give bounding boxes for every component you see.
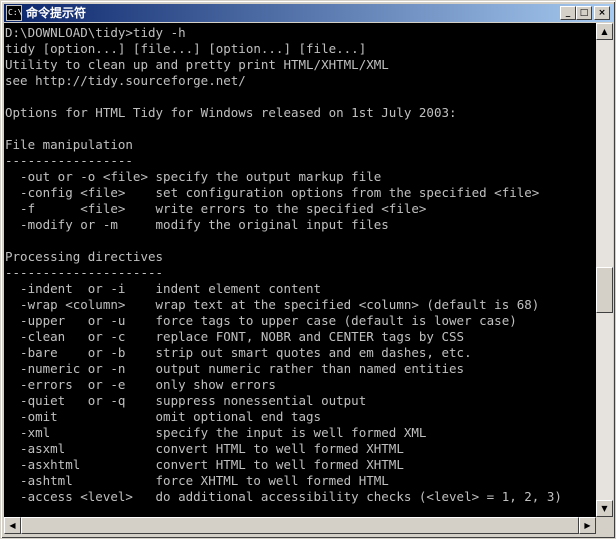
console-line: -bare or -b strip out smart quotes and e…: [5, 345, 472, 360]
console-line: File manipulation: [5, 137, 133, 152]
console-line: -asxhtml convert HTML to well formed XHT…: [5, 457, 404, 472]
console-line: -errors or -e only show errors: [5, 377, 276, 392]
minimize-button[interactable]: _: [560, 6, 576, 20]
console-line: -quiet or -q suppress nonessential outpu…: [5, 393, 367, 408]
console-output[interactable]: D:\DOWNLOAD\tidy>tidy -h tidy [option...…: [4, 23, 596, 517]
window-title: 命令提示符: [26, 6, 87, 20]
console-line: Options for HTML Tidy for Windows releas…: [5, 105, 457, 120]
horizontal-scroll-thumb[interactable]: [21, 517, 579, 534]
console-line: -numeric or -n output numeric rather tha…: [5, 361, 465, 376]
console-line: Utility to clean up and pretty print HTM…: [5, 57, 389, 72]
console-text: D:\DOWNLOAD\tidy>tidy -h tidy [option...…: [4, 23, 596, 505]
console-window: C:\ 命令提示符 _ □ × D:\DOWNLOAD\tidy>tidy -h…: [0, 0, 616, 539]
console-line: -wrap <column> wrap text at the specifie…: [5, 297, 540, 312]
console-line: -clean or -c replace FONT, NOBR and CENT…: [5, 329, 465, 344]
console-line: -f <file> write errors to the specified …: [5, 201, 427, 216]
console-line: -upper or -u force tags to upper case (d…: [5, 313, 517, 328]
vertical-scroll-thumb[interactable]: [596, 267, 613, 313]
scroll-up-button[interactable]: ▲: [596, 23, 613, 40]
console-line: -modify or -m modify the original input …: [5, 217, 389, 232]
title-bar[interactable]: C:\ 命令提示符 _ □ ×: [4, 4, 614, 22]
console-line: see http://tidy.sourceforge.net/: [5, 73, 246, 88]
console-line: Processing directives: [5, 249, 164, 264]
scroll-right-button[interactable]: ▶: [579, 517, 596, 534]
console-line: D:\DOWNLOAD\tidy>tidy -h: [5, 25, 186, 40]
console-line: tidy [option...] [file...] [option...] […: [5, 41, 367, 56]
console-line: -ashtml force XHTML to well formed HTML: [5, 473, 389, 488]
vertical-scrollbar[interactable]: ▲ ▼: [596, 23, 613, 517]
console-line: -omit omit optional end tags: [5, 409, 322, 424]
console-line: -out or -o <file> specify the output mar…: [5, 169, 382, 184]
console-line: -----------------: [5, 153, 133, 168]
console-line: -indent or -i indent element content: [5, 281, 322, 296]
scroll-left-button[interactable]: ◀: [4, 517, 21, 534]
horizontal-scrollbar[interactable]: ◀ ▶: [4, 517, 596, 534]
console-line: -access <level> do additional accessibil…: [5, 489, 562, 504]
console-line: ---------------------: [5, 265, 164, 280]
close-button[interactable]: ×: [594, 6, 610, 20]
console-line: -xml specify the input is well formed XM…: [5, 425, 427, 440]
resize-corner[interactable]: [596, 517, 613, 534]
cmd-icon[interactable]: C:\: [6, 5, 22, 21]
console-line: -asxml convert HTML to well formed XHTML: [5, 441, 404, 456]
scroll-down-button[interactable]: ▼: [596, 500, 613, 517]
maximize-button[interactable]: □: [576, 6, 592, 20]
console-line: -config <file> set configuration options…: [5, 185, 540, 200]
